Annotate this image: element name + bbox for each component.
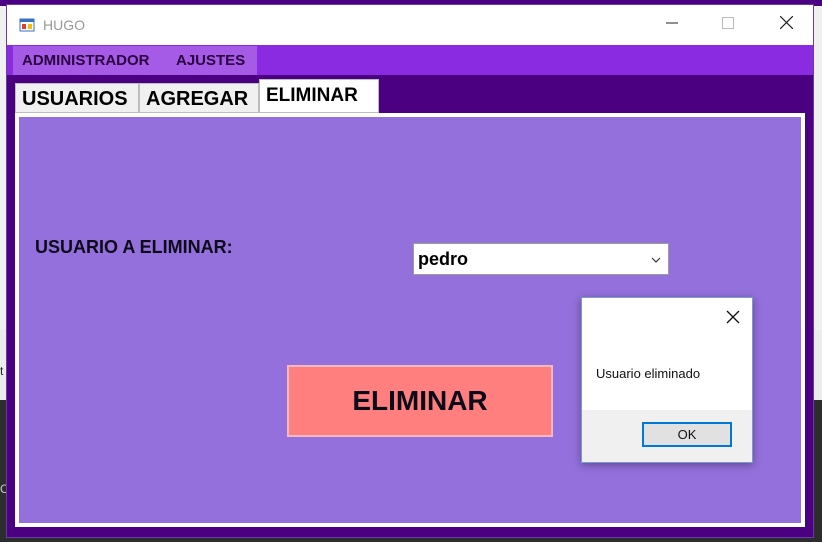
close-button[interactable] — [763, 5, 809, 45]
close-icon — [779, 15, 793, 34]
tab-agregar[interactable]: AGREGAR — [139, 83, 259, 113]
dialog-message: Usuario eliminado — [596, 366, 701, 381]
user-to-delete-label: USUARIO A ELIMINAR: — [35, 237, 233, 257]
maximize-button[interactable] — [705, 5, 751, 45]
menu-administrador[interactable]: ADMINISTRADOR — [13, 46, 176, 75]
user-select-value: pedro — [418, 249, 469, 269]
close-icon[interactable] — [726, 310, 740, 324]
dialog-footer: OK — [582, 410, 752, 462]
message-dialog: Usuario eliminado OK — [581, 297, 753, 463]
tab-eliminar[interactable]: ELIMINAR — [259, 79, 379, 113]
tab-strip: USUARIOS AGREGAR ELIMINAR — [7, 75, 813, 113]
delete-user-button[interactable]: ELIMINAR — [287, 365, 553, 437]
menu-bar: ADMINISTRADOR AJUSTES — [7, 45, 813, 75]
ok-button[interactable]: OK — [642, 422, 732, 447]
minimize-icon — [666, 16, 678, 34]
menu-ajustes[interactable]: AJUSTES — [167, 46, 257, 75]
user-select-dropdown[interactable]: pedro — [413, 243, 669, 275]
window-title: HUGO — [43, 17, 85, 33]
tab-usuarios[interactable]: USUARIOS — [15, 83, 139, 113]
maximize-icon — [722, 16, 734, 34]
background-edge-text: t — [0, 364, 4, 378]
title-bar: HUGO — [7, 5, 813, 45]
chevron-down-icon — [650, 253, 662, 265]
app-window-icon — [19, 17, 35, 33]
minimize-button[interactable] — [649, 5, 695, 45]
